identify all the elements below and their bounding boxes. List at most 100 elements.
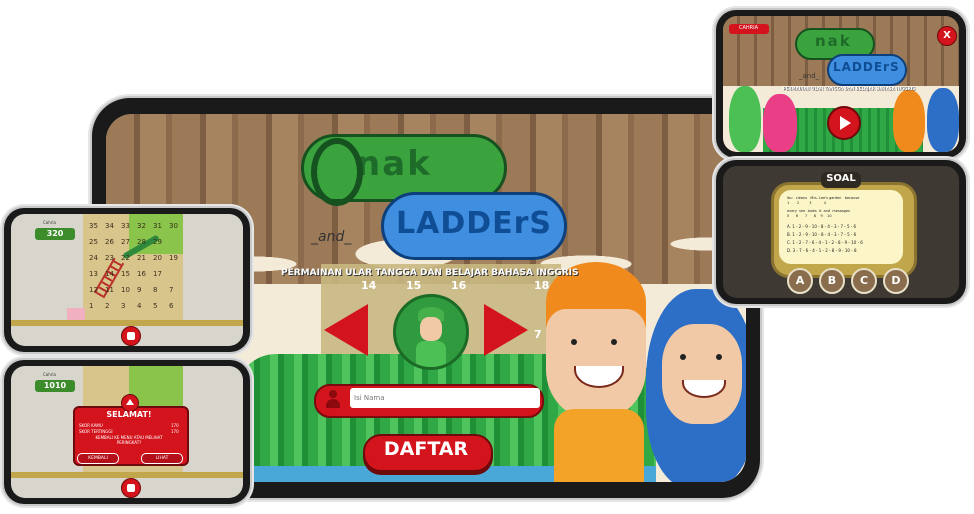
highscore-line-value: 170 <box>171 429 179 434</box>
quiz-word: it <box>818 209 822 213</box>
quiz-word: cleans <box>795 196 808 200</box>
kid-orange-face <box>546 309 646 419</box>
dice-button[interactable] <box>121 478 141 498</box>
quiz-screen: SOAL Ibu cleans Mrs. Lee's garden becaus… <box>723 166 959 298</box>
kid-eye <box>716 354 722 360</box>
logo-word-snake: nak <box>356 144 432 184</box>
board-cell-number: 14 <box>105 270 114 278</box>
board-cell-number: 22 <box>121 254 130 262</box>
board-cell-number: 21 <box>137 254 146 262</box>
name-input[interactable] <box>350 388 540 408</box>
quiz-row1: Ibu cleans Mrs. Lee's garden because <box>787 196 859 200</box>
character-avatar <box>393 294 469 370</box>
score-value: 320 <box>46 229 64 238</box>
answer-b-button[interactable]: B <box>819 268 845 294</box>
top-right-screen: CAHRIA nak LADDErS _and_ PERMAINAN ULAR … <box>723 16 959 152</box>
quiz-word: every <box>787 209 797 213</box>
player-label: Cahria <box>43 372 56 377</box>
answer-a-button[interactable]: A <box>787 268 813 294</box>
board-cell-number: 6 <box>169 302 174 310</box>
score-badge: 1010 <box>35 380 75 392</box>
user-icon <box>324 390 342 408</box>
board-cell-number: 35 <box>89 222 98 230</box>
board-cell-number: 4 <box>137 302 142 310</box>
arrow-right-icon[interactable] <box>484 304 528 356</box>
kid-blue-face <box>662 324 742 424</box>
kid-blue <box>927 88 959 152</box>
quiz-row2-numbers: 5 6 7 8 9 10 <box>787 214 832 218</box>
dice-button[interactable] <box>121 326 141 346</box>
dialog-question: KEMBALI KE MENU ATAU MELIHAT PERINGKAT? <box>95 435 163 445</box>
play-button[interactable] <box>827 106 861 140</box>
quiz-word: Mrs. Lee's garden <box>810 196 842 200</box>
dice-icon <box>127 332 135 340</box>
answer-d-button[interactable]: D <box>883 268 909 294</box>
bottom-bar <box>11 472 243 478</box>
quiz-number: 7 <box>804 214 808 218</box>
logo-word-and: _and_ <box>311 229 352 245</box>
quiz-row1-numbers: 1 2 3 4 <box>787 201 826 205</box>
quiz-number: 1 <box>787 201 790 205</box>
up-arrow-icon <box>126 399 134 405</box>
user-icon-head <box>329 390 337 398</box>
logo-word-ladders: LADDErS <box>833 60 900 74</box>
logo-word-and: _and_ <box>799 72 820 80</box>
board-cell-number: 9 <box>137 286 142 294</box>
top-right-phone-frame: CAHRIA nak LADDErS _and_ PERMAINAN ULAR … <box>716 10 966 158</box>
avatar-shirt <box>416 341 446 367</box>
close-icon: X <box>943 30 951 41</box>
quiz-option: B. 1 - 2 - 9 - 10 - 8 - 4 - 3 - 7 - 5 - … <box>787 232 857 237</box>
arrow-left-icon[interactable] <box>324 304 368 356</box>
close-button[interactable]: X <box>937 26 957 46</box>
highscore-line-label: SKOR TERTINGGI <box>79 429 113 434</box>
answer-c-button[interactable]: C <box>851 268 877 294</box>
quiz-row2: every she looks it and messages <box>787 209 850 213</box>
snake-s-icon <box>311 138 363 206</box>
quiz-number: 4 <box>823 201 826 205</box>
kid-green <box>729 86 761 152</box>
quiz-number: 8 <box>813 214 816 218</box>
board-cell-number: 8 <box>153 286 158 294</box>
left-top-screen: 320 Cahria 35 34 33 32 31 30 25 26 27 28 29 24 23 22 2… <box>11 214 243 346</box>
back-button[interactable]: KEMBALI <box>77 453 119 464</box>
board-cell-number: 33 <box>121 222 130 230</box>
board-cell-number: 27 <box>121 238 130 246</box>
quiz-option: A. 1 - 2 - 9 - 10 - 8 - 4 - 3 - 7 - 5 - … <box>787 224 857 229</box>
board-cell-number: 31 <box>153 222 162 230</box>
score-badge: 320 <box>35 228 75 240</box>
board-cell-number: 29 <box>153 238 162 246</box>
quiz-number: 5 <box>787 214 790 218</box>
quiz-title: SOAL <box>826 173 856 184</box>
kid-pink <box>763 94 797 152</box>
quiz-number: 9 <box>820 214 823 218</box>
board-cell-number: 10 <box>121 286 130 294</box>
board-cell-number: 24 <box>89 254 98 262</box>
pink-tile <box>67 308 85 320</box>
quiz-word: messages <box>832 209 850 213</box>
quiz-number: 3 <box>809 201 812 205</box>
quiz-word: because <box>844 196 860 200</box>
board-cell-number: 7 <box>169 286 174 294</box>
board-cell-number: 19 <box>169 254 178 262</box>
bg-number: 7 <box>534 328 542 341</box>
quiz-number: 10 <box>827 214 832 218</box>
board-cell-number: 13 <box>89 270 98 278</box>
bottom-bar <box>11 320 243 326</box>
user-icon-body <box>326 399 340 408</box>
subtitle: PERMAINAN ULAR TANGGA DAN BELAJAR BAHASA… <box>281 268 579 278</box>
kid-orange-shirt <box>554 409 644 482</box>
kid-orange <box>893 90 925 152</box>
quiz-word: looks <box>807 209 817 213</box>
play-icon <box>840 116 851 130</box>
player-badge-label: CAHRIA <box>739 25 759 31</box>
board-cell-number: 23 <box>105 254 114 262</box>
left-bottom-phone-frame: 1010 Cahria SELAMAT! SKOR KAMU 170 SKOR … <box>4 360 250 504</box>
board-cell-number: 16 <box>137 270 146 278</box>
quiz-phone-frame: SOAL Ibu cleans Mrs. Lee's garden becaus… <box>716 160 966 304</box>
board-cell-number: 30 <box>169 222 178 230</box>
bg-number: 15 <box>406 279 422 292</box>
board-cell-number: 20 <box>153 254 162 262</box>
quiz-number: 6 <box>795 214 799 218</box>
quiz-number: 2 <box>797 201 800 205</box>
view-button[interactable]: LIHAT <box>141 453 183 464</box>
